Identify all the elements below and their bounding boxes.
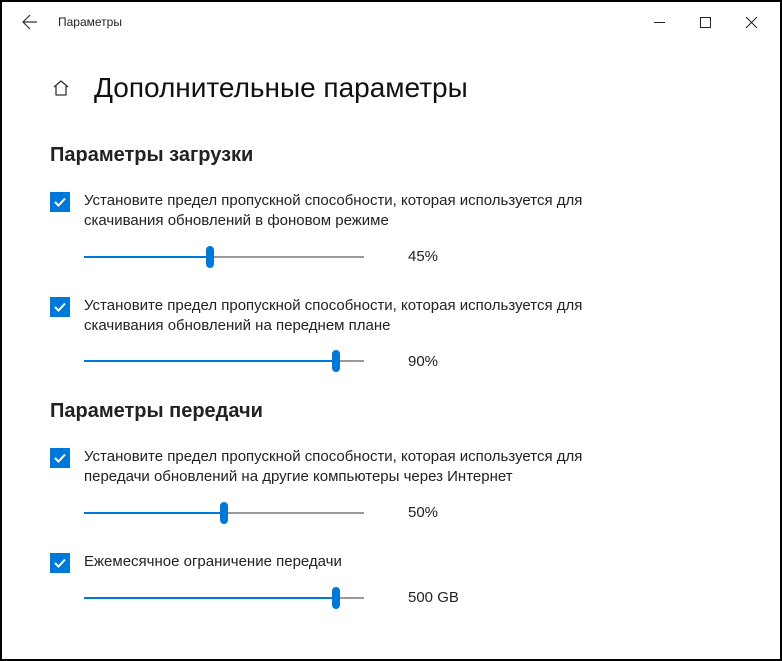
check-icon (53, 195, 67, 209)
slider-fill (84, 256, 210, 258)
slider-fill (84, 597, 336, 599)
monthly-limit-option: Ежемесячное ограничение передачи (50, 552, 732, 573)
monthly-limit-slider-row: 500 GB (84, 587, 732, 609)
download-foreground-option: Установите предел пропускной способности… (50, 296, 732, 337)
check-icon (53, 300, 67, 314)
monthly-limit-label: Ежемесячное ограничение передачи (84, 552, 342, 572)
back-button[interactable] (16, 8, 44, 36)
download-background-slider[interactable] (84, 246, 364, 268)
download-foreground-slider[interactable] (84, 350, 364, 372)
slider-thumb[interactable] (220, 502, 228, 524)
slider-thumb[interactable] (332, 350, 340, 372)
monthly-limit-value: 500 GB (408, 589, 468, 606)
monthly-limit-slider[interactable] (84, 587, 364, 609)
home-button[interactable] (50, 77, 72, 99)
check-icon (53, 556, 67, 570)
page-title: Дополнительные параметры (94, 72, 468, 104)
download-foreground-value: 90% (408, 353, 468, 370)
download-background-label: Установите предел пропускной способности… (84, 191, 614, 232)
app-title: Параметры (58, 15, 122, 29)
slider-fill (84, 360, 336, 362)
upload-bandwidth-option: Установите предел пропускной способности… (50, 447, 732, 488)
slider-thumb[interactable] (332, 587, 340, 609)
download-background-value: 45% (408, 248, 468, 265)
page-header: Дополнительные параметры (50, 72, 732, 104)
minimize-icon (654, 17, 665, 28)
slider-fill (84, 512, 224, 514)
download-foreground-label: Установите предел пропускной способности… (84, 296, 614, 337)
download-background-option: Установите предел пропускной способности… (50, 191, 732, 232)
upload-section-title: Параметры передачи (50, 400, 732, 423)
monthly-limit-checkbox[interactable] (50, 553, 70, 573)
close-icon (746, 17, 757, 28)
download-background-slider-row: 45% (84, 246, 732, 268)
maximize-button[interactable] (682, 7, 728, 37)
download-section-title: Параметры загрузки (50, 144, 732, 167)
window-controls (636, 7, 774, 37)
maximize-icon (700, 17, 711, 28)
upload-bandwidth-label: Установите предел пропускной способности… (84, 447, 614, 488)
titlebar: Параметры (2, 2, 780, 42)
home-icon (51, 78, 71, 98)
slider-thumb[interactable] (206, 246, 214, 268)
download-foreground-checkbox[interactable] (50, 297, 70, 317)
arrow-left-icon (22, 14, 38, 30)
download-foreground-slider-row: 90% (84, 350, 732, 372)
close-button[interactable] (728, 7, 774, 37)
upload-bandwidth-slider-row: 50% (84, 502, 732, 524)
upload-bandwidth-slider[interactable] (84, 502, 364, 524)
content: Дополнительные параметры Параметры загру… (2, 42, 780, 609)
upload-bandwidth-value: 50% (408, 504, 468, 521)
minimize-button[interactable] (636, 7, 682, 37)
upload-bandwidth-checkbox[interactable] (50, 448, 70, 468)
check-icon (53, 451, 67, 465)
download-background-checkbox[interactable] (50, 192, 70, 212)
